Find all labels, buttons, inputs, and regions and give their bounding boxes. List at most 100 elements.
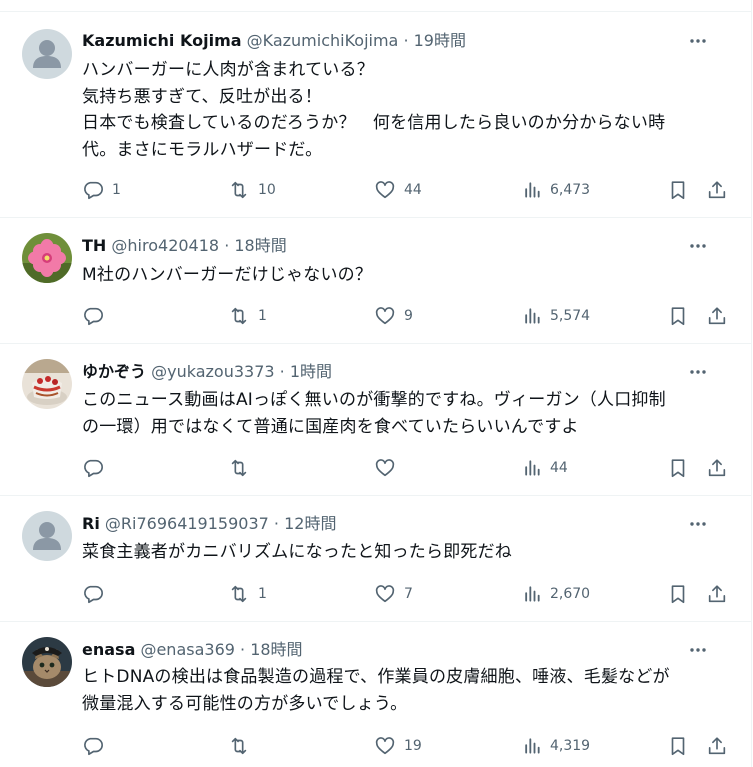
tweet-text: M社のハンバーガーだけじゃないの？: [82, 262, 733, 289]
timestamp[interactable]: · 19時間: [403, 31, 466, 50]
text-line: 気持ち悪すぎて、反吐が出る！: [82, 86, 322, 107]
heart-icon: [375, 307, 395, 325]
retweet-button[interactable]: 1: [228, 304, 267, 328]
reply-icon: [84, 585, 103, 604]
reply-icon: [84, 459, 103, 478]
reply-button[interactable]: [82, 304, 112, 328]
handle[interactable]: @Ri7696419159037: [105, 514, 269, 533]
timestamp[interactable]: · 1時間: [280, 362, 332, 381]
more-options-icon[interactable]: [689, 237, 707, 255]
retweet-button[interactable]: [228, 734, 258, 758]
pirate-cat-avatar[interactable]: [22, 637, 72, 687]
action-bar: 1 10 44 6,473: [82, 178, 729, 202]
bookmark-icon: [671, 459, 685, 478]
cake-avatar[interactable]: [22, 359, 72, 409]
reply-button[interactable]: 1: [82, 178, 121, 202]
views-button[interactable]: 6,473: [522, 178, 590, 202]
text-line: ハンバーガーに人肉が含まれている？: [82, 60, 374, 80]
like-button[interactable]: [374, 456, 404, 480]
reply-button[interactable]: [82, 582, 112, 606]
bookmark-button[interactable]: [667, 178, 689, 202]
handle[interactable]: @enasa369: [140, 640, 234, 659]
tweet-text: このニュース動画はAIっぽく無いのが衝撃的ですね。ヴィーガン（人口抑制 の一環）…: [82, 387, 733, 440]
text-line: 微量混入する可能性の方が多いでしょう。: [82, 693, 408, 714]
bookmark-button[interactable]: [667, 304, 689, 328]
view-count: 6,473: [550, 182, 591, 198]
timestamp[interactable]: · 12時間: [274, 514, 337, 533]
view-count: 4,319: [550, 738, 591, 754]
share-button[interactable]: [706, 734, 728, 758]
display-name[interactable]: Kazumichi Kojima: [82, 31, 242, 50]
like-count: 44: [404, 182, 422, 198]
like-button[interactable]: 9: [374, 304, 413, 328]
like-button[interactable]: 19: [374, 734, 422, 758]
action-bar: 1 7 2,670: [82, 582, 729, 606]
share-button[interactable]: [706, 304, 728, 328]
bookmark-icon: [671, 181, 685, 200]
retweet-icon: [231, 585, 247, 603]
share-button[interactable]: [706, 178, 728, 202]
tweet-header: Ri @Ri7696419159037 · 12時間: [82, 513, 731, 535]
display-name[interactable]: Ri: [82, 514, 100, 533]
default-avatar[interactable]: [22, 29, 72, 79]
views-button[interactable]: 2,670: [522, 582, 590, 606]
bookmark-button[interactable]: [667, 582, 689, 606]
pink-flower-avatar[interactable]: [22, 233, 72, 283]
handle[interactable]: @yukazou3373: [151, 362, 274, 381]
heart-icon: [375, 181, 395, 199]
like-count: 9: [404, 308, 413, 324]
bookmark-button[interactable]: [667, 456, 689, 480]
like-button[interactable]: 7: [374, 582, 413, 606]
bookmark-icon: [671, 737, 685, 756]
tweet[interactable]: enasa @enasa369 · 18時間 ヒトDNAの検出は食品製造の過程で…: [0, 622, 751, 767]
reply-icon: [84, 737, 103, 756]
handle[interactable]: @KazumichiKojima: [247, 31, 399, 50]
action-bar: 19 4,319: [82, 734, 729, 758]
tweet-header: enasa @enasa369 · 18時間: [82, 639, 731, 661]
views-button[interactable]: 44: [522, 456, 568, 480]
retweet-button[interactable]: 1: [228, 582, 267, 606]
views-button[interactable]: 4,319: [522, 734, 590, 758]
tweet-text: 菜食主義者がカニバリズムになったと知ったら即死だね: [82, 539, 733, 566]
default-avatar[interactable]: [22, 511, 72, 561]
view-count: 2,670: [550, 586, 591, 602]
retweet-icon: [231, 181, 247, 199]
bookmark-icon: [671, 585, 685, 604]
text-line: 日本でも検査しているのだろうか？ 何を信用したら良いのか分からない時: [82, 113, 666, 133]
share-button[interactable]: [706, 456, 728, 480]
like-button[interactable]: 44: [374, 178, 422, 202]
heart-icon: [375, 737, 395, 755]
tweet-text: ヒトDNAの検出は食品製造の過程で、作業員の皮膚細胞、唾液、毛髪などが 微量混入…: [82, 664, 733, 717]
text-line: ヒトDNAの検出は食品製造の過程で、作業員の皮膚細胞、唾液、毛髪などが: [82, 667, 670, 687]
display-name[interactable]: TH: [82, 236, 106, 255]
reply-icon: [84, 181, 103, 200]
retweet-icon: [231, 307, 247, 325]
tweet[interactable]: Kazumichi Kojima @KazumichiKojima · 19時間…: [0, 12, 751, 218]
timestamp[interactable]: · 18時間: [240, 640, 303, 659]
reply-button[interactable]: [82, 456, 112, 480]
share-icon: [708, 459, 726, 477]
share-button[interactable]: [706, 582, 728, 606]
display-name[interactable]: ゆかぞう: [82, 362, 146, 381]
tweet[interactable]: Ri @Ri7696419159037 · 12時間 菜食主義者がカニバリズムに…: [0, 496, 751, 622]
views-button[interactable]: 5,574: [522, 304, 590, 328]
tweet[interactable]: ゆかぞう @yukazou3373 · 1時間 このニュース動画はAIっぽく無い…: [0, 344, 751, 496]
retweet-count: 1: [258, 586, 267, 602]
share-icon: [708, 585, 726, 603]
timestamp[interactable]: · 18時間: [224, 236, 287, 255]
retweet-button[interactable]: 10: [228, 178, 276, 202]
text-line: の一環）用ではなくて普通に国産肉を食べていたらいいんですよ: [82, 416, 579, 437]
text-line: 代。まさにモラルハザードだ。: [82, 139, 323, 160]
display-name[interactable]: enasa: [82, 640, 135, 659]
more-options-icon[interactable]: [689, 515, 707, 533]
tweet-text: ハンバーガーに人肉が含まれている？ 気持ち悪すぎて、反吐が出る！ 日本でも検査し…: [82, 57, 733, 163]
more-options-icon[interactable]: [689, 32, 707, 50]
retweet-button[interactable]: [228, 456, 258, 480]
more-options-icon[interactable]: [689, 363, 707, 381]
reply-button[interactable]: [82, 734, 112, 758]
tweet[interactable]: TH @hiro420418 · 18時間 M社のハンバーガーだけじゃないの？ …: [0, 218, 751, 344]
handle[interactable]: @hiro420418: [111, 236, 219, 255]
more-options-icon[interactable]: [689, 641, 707, 659]
tweet-header: Kazumichi Kojima @KazumichiKojima · 19時間: [82, 30, 731, 52]
bookmark-button[interactable]: [667, 734, 689, 758]
